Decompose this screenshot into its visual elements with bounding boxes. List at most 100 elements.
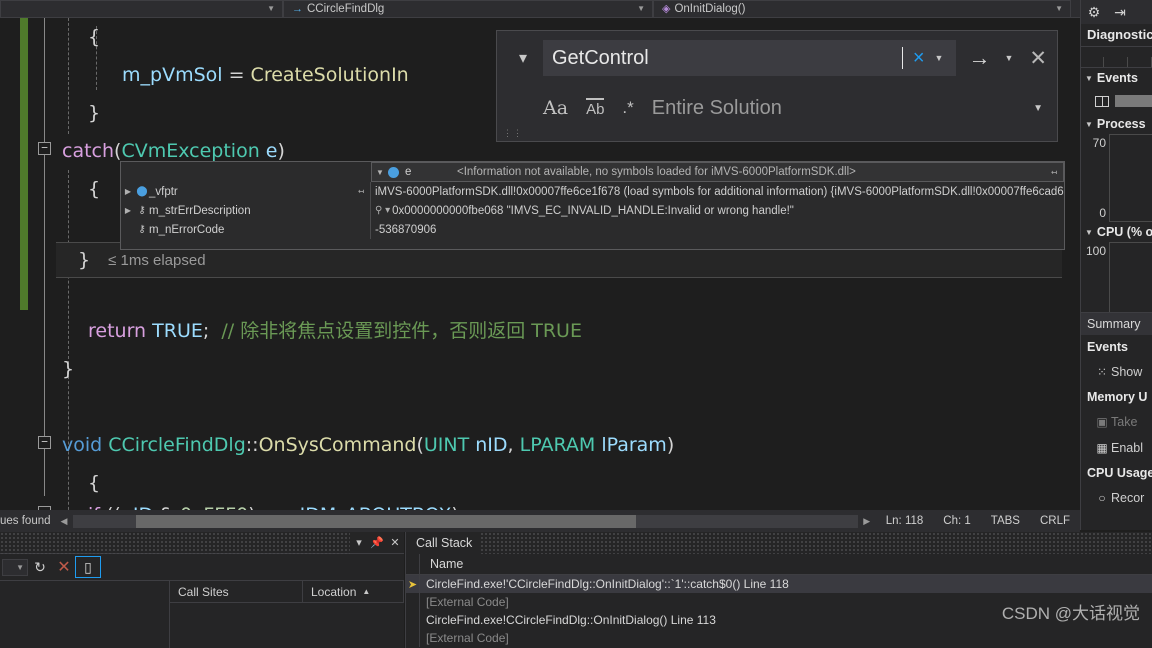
code-token: {	[88, 26, 101, 48]
datatip-filler	[121, 239, 1064, 249]
column-header-name[interactable]: Name	[420, 557, 463, 571]
call-stack-header: Name	[406, 553, 1152, 575]
close-icon[interactable]: ✕	[386, 536, 404, 549]
delete-x-icon[interactable]: ✕	[52, 557, 76, 577]
code-token: OnSysCommand	[258, 434, 417, 456]
column-header-call-sites[interactable]: Call Sites	[170, 581, 303, 602]
call-stack-title: Call Stack	[416, 536, 473, 550]
code-line: }	[88, 94, 100, 132]
chevron-down-icon[interactable]: ▼	[1033, 103, 1057, 114]
outlining-guide-line	[44, 18, 45, 496]
scrollbar-thumb[interactable]	[136, 514, 636, 528]
chevron-down-icon[interactable]: ▾	[350, 536, 368, 549]
call-stack-frame-label: [External Code]	[426, 631, 509, 645]
search-scope-label[interactable]: Entire Solution	[652, 97, 1033, 120]
diagnostics-action-label: Enabl	[1111, 441, 1143, 455]
outline-collapse-function[interactable]: −	[38, 436, 51, 449]
diagnostics-section-cpu[interactable]: ▼ CPU (% o	[1081, 222, 1152, 242]
chevron-down-icon[interactable]: ▼	[998, 53, 1019, 63]
chevron-down-icon[interactable]: ▾	[503, 48, 543, 68]
project-combo[interactable]: ▼	[0, 0, 283, 18]
magnifier-icon[interactable]: ⚲ ▾	[375, 205, 390, 216]
datatip-row[interactable]: ▶ ⚷ m_strErrDescription ⚲ ▾ 0x0000000000fbe0…	[121, 201, 1064, 220]
diagnostics-group-title: Memory U	[1087, 390, 1148, 404]
member-combo-label: OnInitDialog()	[674, 2, 746, 15]
memory-chip-icon: ▦	[1096, 441, 1108, 455]
clear-search-icon[interactable]: ×	[913, 47, 925, 70]
diagnostics-section-process[interactable]: ▼ Process	[1081, 114, 1152, 134]
code-editor[interactable]: − − − {m_pVmSol = CreateSolutionIn}catch…	[0, 18, 1080, 510]
code-token: e	[259, 140, 278, 162]
tool-window-toolbar: ▼ ↻ ✕ ▯	[0, 554, 404, 580]
code-token: }	[62, 358, 75, 380]
resize-grip[interactable]: ⋮⋮	[503, 129, 523, 138]
expander-triangle-icon[interactable]: ▼	[372, 168, 388, 177]
match-case-button[interactable]: Aa	[543, 97, 568, 119]
use-regex-button[interactable]: .*	[622, 98, 633, 118]
code-token: return	[88, 320, 153, 342]
find-replace-box[interactable]: ▾ GetControl × ▼ → ▼ ✕ Aa Ab .* Entire S…	[496, 30, 1058, 142]
datatip-field-name: m_strErrDescription	[149, 204, 251, 217]
chevron-down-icon: ▼	[267, 4, 275, 13]
code-token: ,	[507, 434, 520, 456]
editor-horizontal-scrollbar[interactable]	[73, 514, 858, 528]
export-icon[interactable]: ⇥	[1107, 4, 1133, 21]
match-whole-word-button[interactable]: Ab	[586, 98, 605, 118]
call-stack-row[interactable]: [External Code]	[406, 629, 1152, 647]
tab-summary[interactable]: Summary	[1081, 313, 1152, 335]
header-gutter	[406, 553, 420, 575]
code-line: m_pVmSol = CreateSolutionIn	[122, 56, 409, 94]
expander-triangle-icon[interactable]: ▶	[121, 187, 135, 196]
diagnostics-action[interactable]: ⁙ Show	[1081, 359, 1152, 385]
filter-combo[interactable]: ▼	[2, 558, 28, 576]
drag-handle[interactable]	[0, 531, 350, 554]
grid-right-pane: Call Sites Location ▲	[170, 581, 404, 648]
code-token: LPARAM	[519, 434, 602, 456]
exception-datatip[interactable]: ▼ e <Information not available, no symbo…	[120, 161, 1065, 250]
close-icon[interactable]: ✕	[1019, 46, 1057, 71]
class-combo[interactable]: → CCircleFindDlg ▼	[283, 0, 653, 18]
scroll-right-icon[interactable]: ▶	[858, 516, 876, 527]
code-line: {	[88, 170, 100, 208]
code-token: CreateSolutionIn	[250, 64, 409, 86]
datatip-row[interactable]: ▶ ⬤ _vfptr ↤ iMVS-6000PlatformSDK.dll!0x0000…	[121, 182, 1064, 201]
diagnostics-action[interactable]: ▦ Enabl	[1081, 435, 1152, 461]
refresh-icon[interactable]: ↻	[28, 559, 52, 576]
datatip-value-cell[interactable]: -536870906	[371, 224, 1064, 236]
datatip-value-cell[interactable]: iMVS-6000PlatformSDK.dll!0x00007ffe6ce1f…	[371, 186, 1064, 198]
datatip-value-cell[interactable]: ⚲ ▾ 0x0000000000fbe068 "IMVS_EC_INVALID_H…	[371, 205, 1064, 217]
drag-handle[interactable]	[480, 532, 1152, 554]
column-header-location[interactable]: Location ▲	[303, 581, 404, 602]
call-stack-frame-label: CircleFind.exe!'CCircleFindDlg::OnInitDi…	[426, 577, 789, 591]
section-label: Events	[1096, 71, 1138, 85]
tool-window-caption: ▾ 📌 ✕	[0, 531, 404, 554]
find-next-button[interactable]: →	[960, 45, 998, 71]
graph-axis: 70 0	[1081, 134, 1109, 222]
elapsed-brace: }	[78, 249, 91, 271]
search-input[interactable]: GetControl × ▼	[543, 40, 957, 76]
scroll-left-icon[interactable]: ◀	[55, 516, 73, 527]
pin-to-source-icon[interactable]: ↤	[358, 186, 364, 197]
chevron-down-icon[interactable]: ▼	[935, 53, 944, 63]
diagnostics-section-events[interactable]: ▼ Events	[1081, 68, 1152, 88]
outline-collapse-catch[interactable]: −	[38, 142, 51, 155]
expander-triangle-icon[interactable]: ▶	[121, 206, 135, 215]
diagnostics-action[interactable]: ○ Recor	[1081, 485, 1152, 511]
pin-icon[interactable]: 📌	[368, 536, 386, 549]
collapse-glyph: −	[41, 141, 48, 154]
column-label: Location	[311, 584, 357, 599]
navigation-bar: ▼ → CCircleFindDlg ▼ ◈ OnInitDialog() ▼	[0, 0, 1080, 18]
call-stack-row[interactable]: CircleFind.exe!CCircleFindDlg::OnInitDia…	[406, 611, 1152, 629]
toggle-layout-icon[interactable]: ▯	[75, 556, 101, 578]
pin-to-source-icon[interactable]: ↤	[1051, 167, 1057, 178]
gear-icon[interactable]: ⚙	[1081, 4, 1107, 21]
timeline-ruler	[1081, 46, 1152, 68]
code-line: void CCircleFindDlg::OnSysCommand(UINT n…	[62, 426, 674, 464]
datatip-header-row[interactable]: ▼ e <Information not available, no symbo…	[371, 162, 1064, 182]
member-combo[interactable]: ◈ OnInitDialog() ▼	[653, 0, 1071, 18]
call-stack-row[interactable]: ➤ CircleFind.exe!'CCircleFindDlg::OnInitD…	[406, 575, 1152, 593]
call-stack-row[interactable]: [External Code]	[406, 593, 1152, 611]
change-tracking-strip	[20, 18, 28, 310]
datatip-row[interactable]: ⚷ m_nErrorCode -536870906	[121, 220, 1064, 239]
column-indicator: Ch: 1	[943, 515, 971, 527]
